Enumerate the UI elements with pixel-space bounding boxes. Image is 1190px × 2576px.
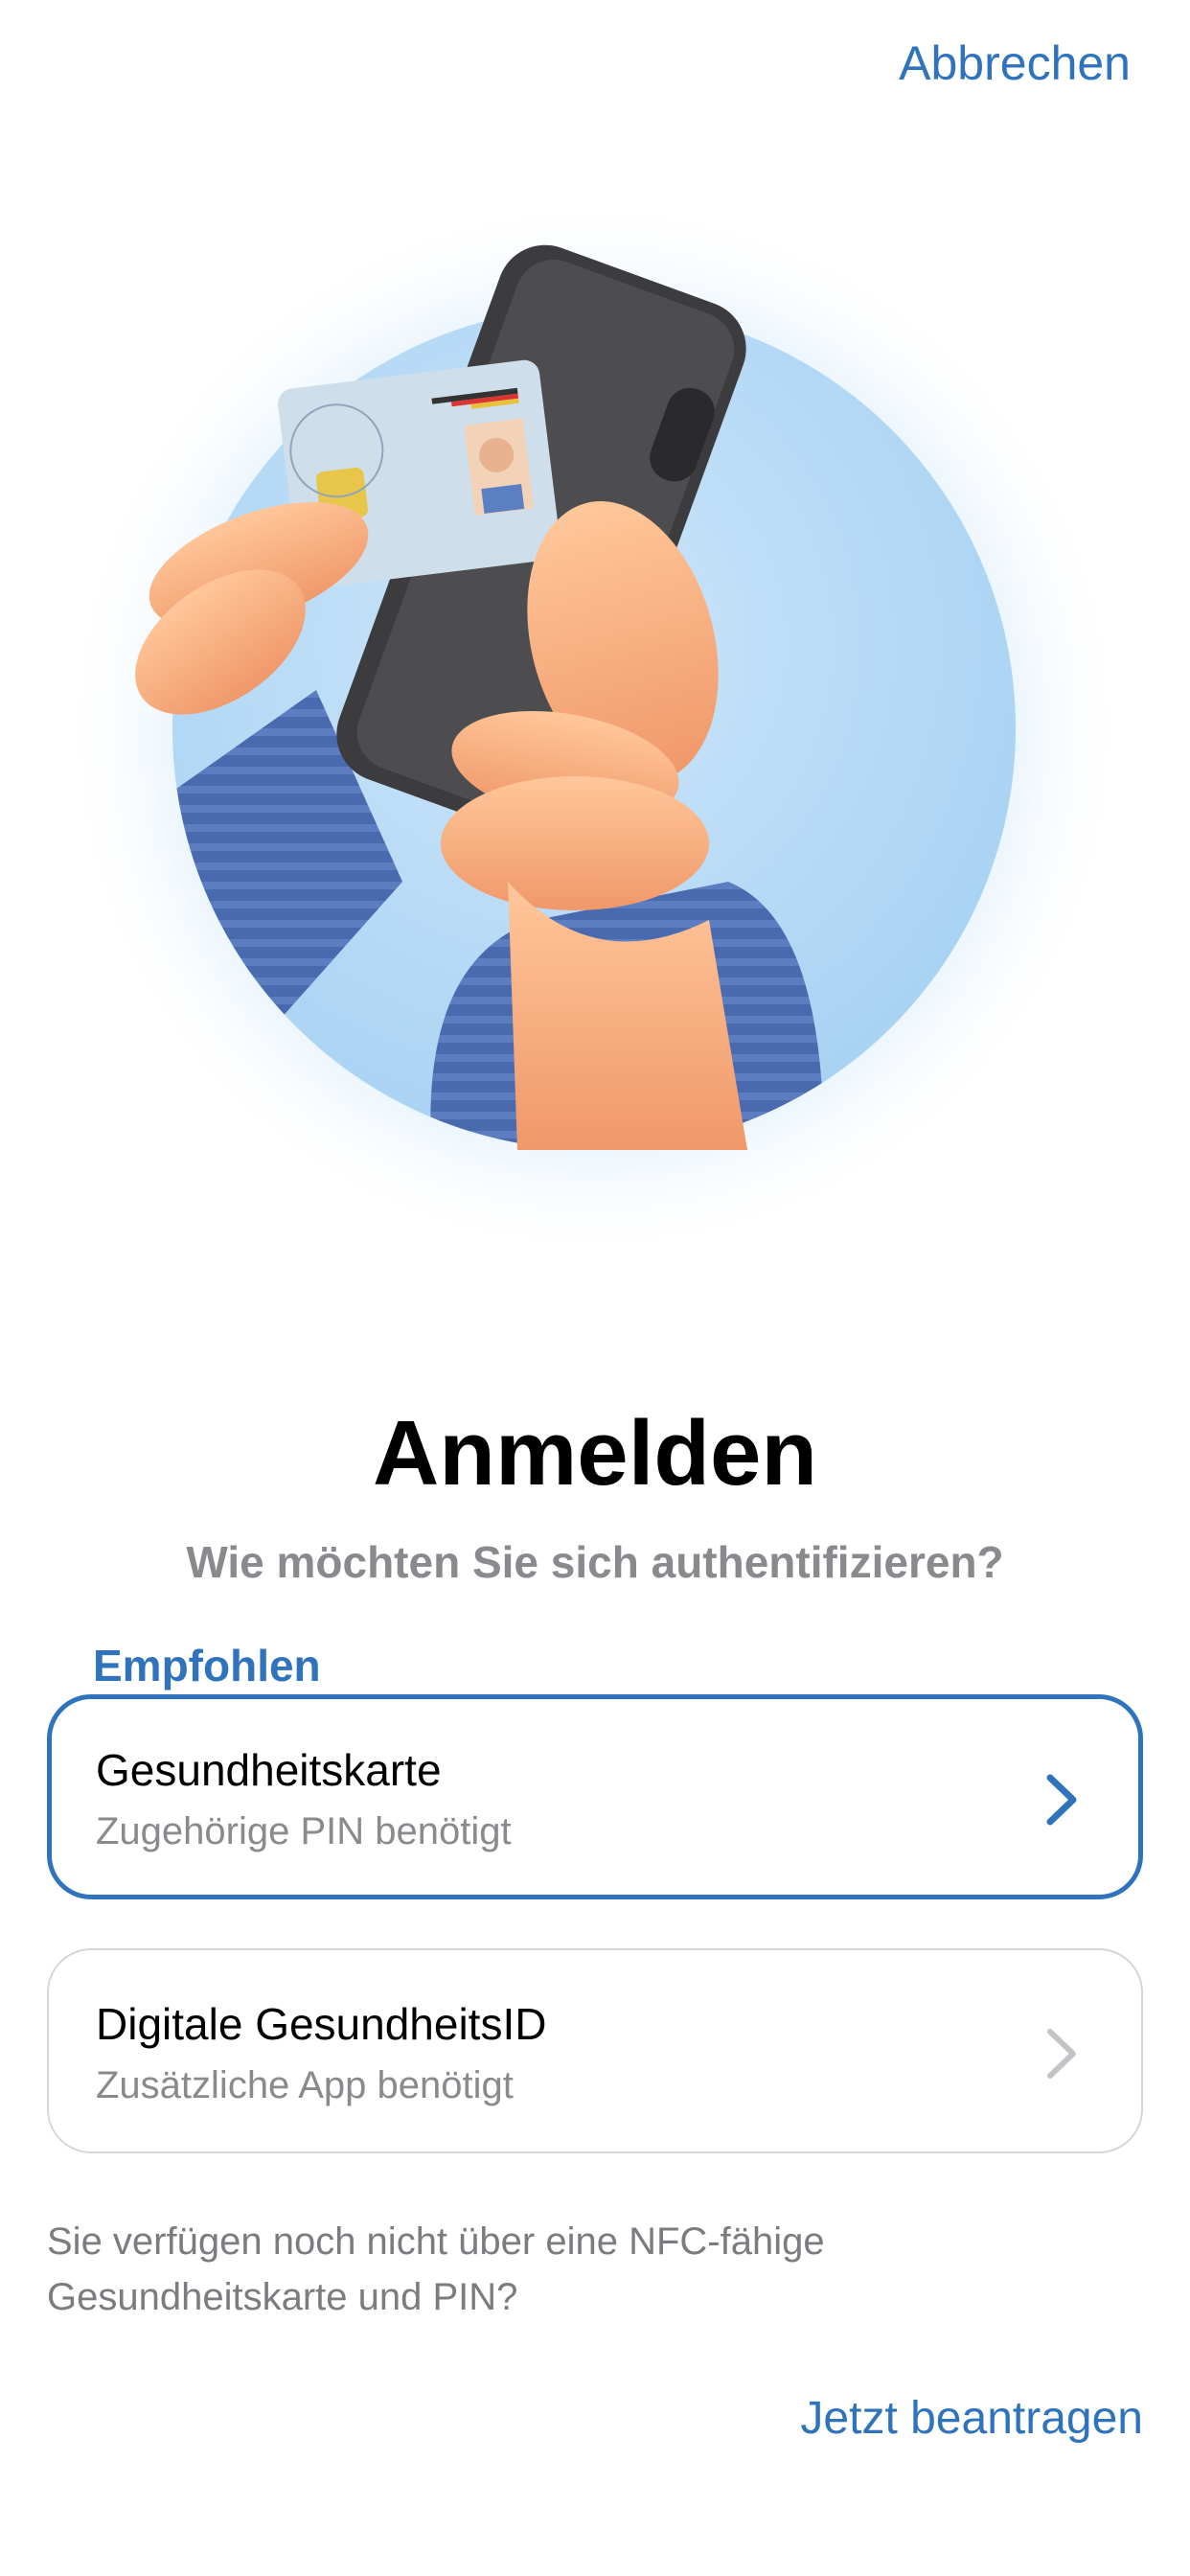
cancel-button[interactable]: Abbrechen [899, 33, 1131, 94]
option-subtitle: Zusätzliche App benötigt [96, 2064, 514, 2106]
option-title: Gesundheitskarte [96, 1745, 442, 1795]
chevron-right-icon [1047, 2029, 1076, 2079]
option-title: Digitale GesundheitsID [96, 1999, 547, 2049]
page-subtitle: Wie möchten Sie sich authentifizieren? [186, 1537, 1004, 1587]
recommended-label: Empfohlen [93, 1641, 321, 1690]
option-subtitle: Zugehörige PIN benötigt [96, 1810, 512, 1852]
digital-health-id-option[interactable]: Digitale GesundheitsID Zusätzliche App b… [47, 1948, 1143, 2153]
page-title: Anmelden [372, 1402, 818, 1505]
chevron-right-icon [1046, 1774, 1077, 1826]
nfc-info-text: Sie verfügen noch nicht über eine NFC-fä… [47, 2220, 825, 2318]
hero-illustration [57, 192, 1131, 1246]
health-card-option[interactable]: Gesundheitskarte Zugehörige PIN benötigt [47, 1694, 1143, 1899]
apply-now-link[interactable]: Jetzt beantragen [800, 2388, 1143, 2450]
